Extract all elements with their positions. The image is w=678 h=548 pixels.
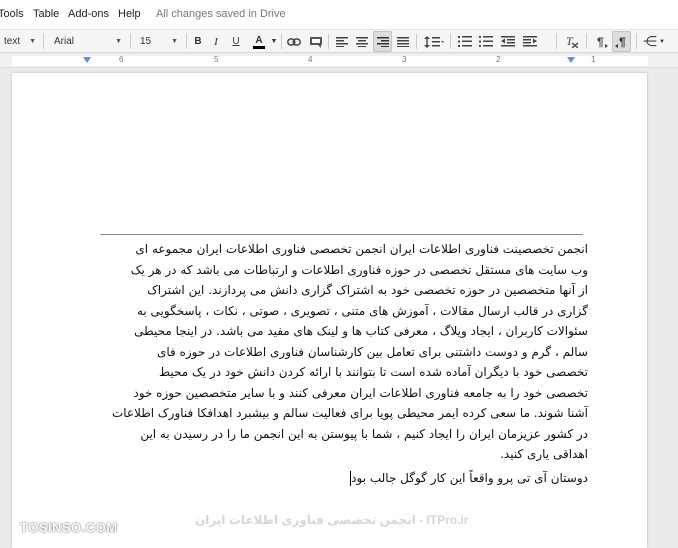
left-to-right-icon: ¶: [597, 36, 608, 48]
decrease-indent-button[interactable]: [498, 30, 518, 53]
last-line-text: دوستان آی تی پرو واقعاً این کار گوگل جال…: [351, 470, 588, 485]
toolbar-divider: [450, 34, 451, 49]
font-size-dropdown[interactable]: 15 ▼: [136, 30, 182, 53]
ruler-number: 5: [214, 55, 219, 64]
last-paragraph: دوستان آی تی پرو واقعاً این کار گوگل جال…: [96, 468, 588, 489]
insert-comment-button[interactable]: [307, 30, 325, 53]
paragraph-line: گزاری در قالب ارسال مقالات ، آموزش های م…: [136, 303, 588, 318]
toolbar-divider: [130, 34, 131, 49]
numbered-list-icon: [458, 36, 472, 47]
text-color-label: A: [255, 34, 263, 46]
clear-formatting-icon: T: [566, 35, 579, 48]
paragraph-line: از آنها متخصصین در حوزه تخصصی خود به اشت…: [147, 283, 588, 297]
insert-link-button[interactable]: [285, 30, 303, 53]
document-page[interactable]: انجمن تخصصینت فناوری اطلاعات ایران انجمن…: [12, 73, 647, 548]
align-right-button[interactable]: [373, 31, 392, 52]
align-left-button[interactable]: [333, 30, 351, 53]
toolbar-divider: [636, 34, 637, 49]
align-left-icon: [336, 36, 348, 47]
input-tools-button[interactable]: ⋲ ▼: [641, 30, 667, 53]
chevron-down-icon: ▼: [115, 38, 122, 45]
paragraph-line: تخصصی خود را به جامعه فناوری اطلاعات ایر…: [133, 385, 588, 400]
underline-button[interactable]: U: [228, 30, 244, 53]
ruler-number: 1: [591, 55, 596, 64]
svg-text:T: T: [566, 35, 574, 48]
right-margin-marker[interactable]: [83, 57, 91, 63]
align-center-icon: [356, 36, 368, 47]
paragraph-line: سالم ، گرم و دوست داشتنی برای تعامل بین …: [156, 344, 588, 359]
chevron-down-icon: ▼: [29, 38, 36, 45]
paragraph-line: در کشور عزیزمان ایران را ایجاد کنیم ، شم…: [140, 426, 588, 441]
toolbar-divider: [328, 34, 329, 49]
svg-text:¶: ¶: [597, 36, 604, 48]
style-value: text: [4, 36, 21, 47]
menu-addons[interactable]: Add-ons: [68, 8, 109, 20]
bulleted-list-icon: [479, 36, 493, 47]
toolbar-divider: [586, 34, 587, 49]
numbered-list-button[interactable]: [455, 30, 475, 53]
toolbar: text ▼ Arial ▼ 15 ▼ B I U A ▼ T ¶ ¶ ⋲ ▼: [0, 29, 678, 53]
menu-table[interactable]: Table: [33, 8, 59, 20]
line-spacing-button[interactable]: [421, 30, 447, 53]
toolbar-divider: [281, 34, 282, 49]
clear-formatting-button[interactable]: T: [562, 30, 582, 53]
chevron-down-icon: ▼: [659, 38, 665, 45]
toolbar-divider: [43, 34, 44, 49]
right-to-left-icon: ¶: [614, 36, 626, 48]
ruler-number: 3: [402, 55, 407, 64]
svg-text:¶: ¶: [619, 36, 626, 48]
paragraph-line: سئوالات کاربران ، ایجاد ویلاگ ، معرفی کت…: [134, 324, 588, 338]
line-spacing-icon: [424, 35, 444, 48]
ruler: 6 5 4 3 2 1: [0, 54, 678, 68]
ltr-direction-button[interactable]: ¶: [591, 30, 611, 53]
paragraph-line: انجمن تخصصینت فناوری اطلاعات ایران انجمن…: [135, 242, 588, 256]
decrease-indent-icon: [501, 36, 515, 47]
style-dropdown[interactable]: text ▼: [0, 30, 40, 53]
paragraph-line: آشنا شوند. ما سعی کرده ایمر محیطی پویا ب…: [111, 406, 588, 420]
save-status: All changes saved in Drive: [156, 8, 286, 20]
increase-indent-button[interactable]: [520, 30, 540, 53]
ruler-number: 4: [308, 55, 313, 64]
font-value: Arial: [54, 36, 75, 47]
toolbar-divider: [556, 34, 557, 49]
document-body[interactable]: انجمن تخصصینت فناوری اطلاعات ایران انجمن…: [96, 239, 588, 488]
paragraph-line: اهداقی یاری کنید.: [500, 447, 588, 461]
header-divider: [100, 234, 583, 235]
paragraph-line: وب سایت های مستقل تخصصی در حوزه فناوری ا…: [130, 262, 588, 277]
indent-marker[interactable]: [567, 57, 575, 63]
chevron-down-icon: ▼: [270, 38, 278, 45]
toolbar-divider: [186, 34, 187, 49]
menu-help[interactable]: Help: [118, 8, 141, 20]
italic-button[interactable]: I: [208, 30, 224, 53]
menu-tools[interactable]: Tools: [0, 8, 24, 20]
text-color-button[interactable]: A: [250, 30, 268, 53]
input-tools-icon: ⋲: [643, 33, 658, 49]
chevron-down-icon: ▼: [171, 38, 178, 45]
toolbar-divider: [416, 34, 417, 49]
justify-button[interactable]: [394, 30, 412, 53]
align-right-icon: [376, 36, 389, 47]
align-justify-icon: [397, 36, 409, 47]
menu-bar: Tools Table Add-ons Help All changes sav…: [0, 0, 678, 29]
bulleted-list-button[interactable]: [476, 30, 496, 53]
comment-icon: [310, 36, 322, 48]
ruler-number: 2: [496, 55, 501, 64]
increase-indent-icon: [523, 36, 537, 47]
text-color-dropdown[interactable]: ▼: [268, 30, 280, 53]
text-color-swatch: [253, 45, 265, 49]
link-icon: [287, 37, 301, 46]
watermark-left: TOSINSO.COM: [20, 520, 118, 535]
text-cursor: [350, 470, 352, 486]
watermark-right: ITPro.ir - انجمن تخصصی فناوری اطلاعات ای…: [195, 513, 469, 527]
ruler-track: [12, 56, 648, 66]
font-dropdown[interactable]: Arial ▼: [50, 30, 126, 53]
ruler-number: 6: [119, 55, 124, 64]
rtl-direction-button[interactable]: ¶: [612, 31, 631, 52]
bold-button[interactable]: B: [190, 30, 206, 53]
align-center-button[interactable]: [353, 30, 371, 53]
font-size-value: 15: [140, 36, 152, 47]
paragraph-line: تخصصی خود با دیگران آماده شده است تا بتو…: [159, 365, 588, 379]
